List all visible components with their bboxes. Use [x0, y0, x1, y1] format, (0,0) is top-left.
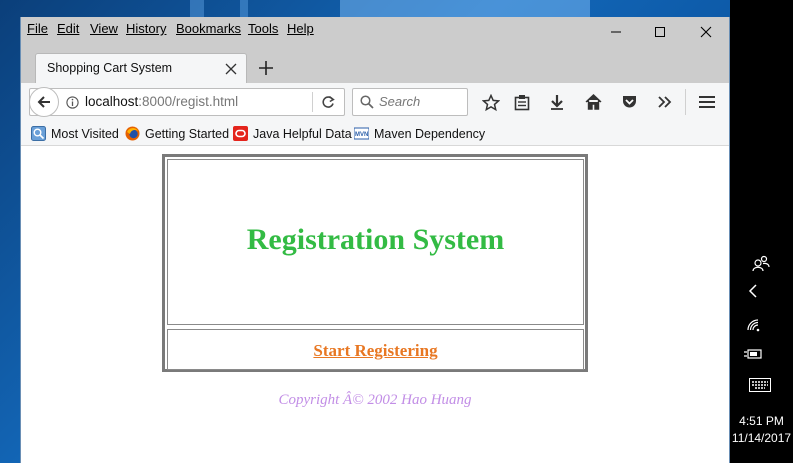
- clock-date: 11/14/2017: [731, 431, 792, 445]
- menu-view[interactable]: View: [90, 21, 118, 36]
- heading-cell: Registration System: [167, 159, 584, 325]
- menu-tools[interactable]: Tools: [248, 21, 278, 36]
- info-icon[interactable]: [66, 96, 79, 109]
- copyright-text: Copyright Â© 2002 Hao Huang: [278, 392, 472, 408]
- page-title: Registration System: [246, 223, 505, 256]
- url-bar[interactable]: localhost:8000/regist.html: [29, 87, 345, 117]
- reading-list-icon[interactable]: [514, 94, 530, 112]
- pocket-icon[interactable]: [621, 94, 638, 110]
- oracle-icon: [233, 126, 248, 141]
- maximize-icon: [655, 27, 665, 37]
- bookmark-java-helpful-data[interactable]: Java Helpful Data: [233, 126, 352, 141]
- maximize-button[interactable]: [637, 17, 683, 47]
- new-tab-icon[interactable]: [259, 61, 273, 75]
- bookmark-label: Java Helpful Data: [253, 126, 352, 141]
- menu-edit[interactable]: Edit: [57, 21, 79, 36]
- back-button[interactable]: [29, 87, 59, 117]
- url-path: :8000/regist.html: [138, 94, 239, 109]
- menu-history[interactable]: History: [126, 21, 166, 36]
- nav-toolbar: localhost:8000/regist.html Search: [21, 83, 729, 124]
- clock-time: 4:51 PM: [739, 414, 784, 428]
- firefox-icon: [125, 126, 140, 141]
- overflow-chevron-icon[interactable]: [658, 96, 672, 108]
- most-visited-icon: [31, 126, 46, 141]
- link-cell: Start Registering: [167, 329, 584, 370]
- system-clock[interactable]: 4:51 PM 11/14/2017: [730, 413, 793, 447]
- taskbar: 4:51 PM 11/14/2017: [730, 0, 793, 463]
- bookmark-maven-dependency[interactable]: MVN Maven Dependency: [354, 126, 485, 141]
- home-icon[interactable]: [585, 94, 602, 110]
- tab-shopping-cart[interactable]: Shopping Cart System: [35, 53, 247, 83]
- reload-icon[interactable]: [321, 95, 335, 109]
- registration-table: Registration System Start Registering: [162, 154, 588, 372]
- bookmark-most-visited[interactable]: Most Visited: [31, 126, 119, 141]
- url-host: localhost: [85, 94, 139, 109]
- bookmark-label: Most Visited: [51, 126, 119, 141]
- menu-bar: File Edit View History Bookmarks Tools H…: [21, 17, 729, 45]
- menu-bookmarks[interactable]: Bookmarks: [176, 21, 241, 36]
- bookmark-label: Maven Dependency: [374, 126, 486, 141]
- menu-help[interactable]: Help: [287, 21, 314, 36]
- search-icon: [360, 95, 374, 109]
- wifi-icon[interactable]: [746, 318, 762, 332]
- people-icon[interactable]: [752, 254, 770, 272]
- minimize-icon: [611, 31, 621, 33]
- chevron-left-icon[interactable]: [748, 284, 758, 298]
- maven-icon: MVN: [354, 127, 369, 140]
- bookmark-label: Getting Started: [145, 126, 230, 141]
- close-icon: [700, 26, 712, 38]
- keyboard-icon[interactable]: [749, 378, 771, 392]
- tab-bar: Shopping Cart System: [21, 45, 729, 83]
- close-window-button[interactable]: [683, 17, 729, 47]
- back-arrow-icon: [37, 96, 50, 108]
- search-placeholder: Search: [379, 94, 421, 109]
- menu-file[interactable]: File: [27, 21, 48, 36]
- download-icon[interactable]: [549, 94, 565, 110]
- battery-icon[interactable]: [744, 348, 762, 360]
- bookmark-getting-started[interactable]: Getting Started: [125, 126, 229, 141]
- bookmarks-toolbar: Most Visited Getting Started Java Helpfu…: [21, 123, 729, 146]
- page-content: Registration System Start Registering Co…: [21, 146, 729, 463]
- close-tab-icon[interactable]: [225, 63, 237, 75]
- firefox-window: File Edit View History Bookmarks Tools H…: [20, 17, 730, 463]
- bookmark-star-icon[interactable]: [482, 94, 500, 112]
- tab-title: Shopping Cart System: [47, 61, 173, 75]
- hamburger-menu-icon[interactable]: [699, 95, 715, 109]
- minimize-button[interactable]: [593, 17, 639, 47]
- search-bar[interactable]: Search: [352, 88, 468, 116]
- start-registering-link[interactable]: Start Registering: [168, 341, 583, 361]
- svg-text:MVN: MVN: [355, 132, 368, 138]
